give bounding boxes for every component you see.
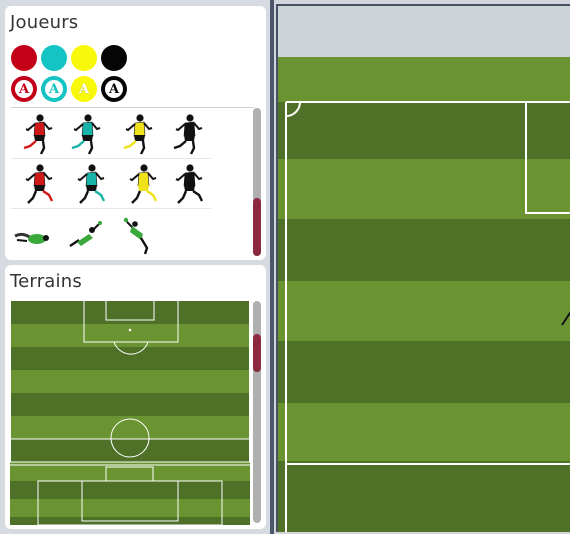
grass-stripe — [10, 370, 250, 393]
letter-marker-teal[interactable]: A — [41, 76, 67, 102]
player-sprite-yellow-run[interactable] — [119, 112, 155, 156]
players-scrollbar-thumb[interactable] — [253, 198, 261, 256]
player-sprite-red-run[interactable] — [19, 112, 55, 156]
canvas-frame — [276, 4, 570, 532]
grass-stripe — [278, 219, 570, 281]
terrains-panel: Terrains — [5, 265, 266, 529]
letter-marker-black[interactable]: A — [101, 76, 127, 102]
player-sprite-red-kick[interactable] — [19, 162, 55, 206]
letter-marker-row: A A A A — [11, 76, 127, 102]
terrain-thumbnail-half-field[interactable] — [10, 301, 250, 463]
grass-stripe — [278, 281, 570, 341]
letter-marker-yellow[interactable]: A — [71, 76, 97, 102]
goalkeeper-sprite-dive-high[interactable] — [121, 214, 157, 258]
color-swatch-red[interactable] — [11, 45, 37, 71]
grass-stripe — [10, 347, 250, 370]
grass-stripe — [278, 403, 570, 461]
letter-marker-label: A — [15, 80, 33, 98]
player-sprite-teal-kick[interactable] — [71, 162, 107, 206]
player-sprite-black-run[interactable] — [169, 112, 205, 156]
field-canvas[interactable] — [278, 57, 570, 532]
terrains-panel-title: Terrains — [10, 271, 82, 292]
grass-stripe — [10, 301, 250, 324]
letter-marker-red[interactable]: A — [11, 76, 37, 102]
grass-stripe — [10, 481, 250, 499]
color-swatch-row — [11, 45, 127, 71]
terrain-thumbnail-penalty-area[interactable] — [10, 463, 250, 525]
color-swatch-black[interactable] — [101, 45, 127, 71]
letter-marker-label: A — [105, 80, 123, 98]
color-swatch-teal[interactable] — [41, 45, 67, 71]
players-panel: Joueurs A A A A — [5, 6, 266, 260]
drawing-canvas-area — [274, 0, 570, 534]
goalkeeper-sprite-dive-mid[interactable] — [67, 214, 103, 258]
players-scrollbar[interactable] — [253, 108, 261, 256]
player-sprite-yellow-kick[interactable] — [123, 162, 159, 206]
grass-stripe — [278, 461, 570, 532]
color-swatch-yellow[interactable] — [71, 45, 97, 71]
players-panel-title: Joueurs — [10, 12, 79, 33]
letter-marker-label: A — [45, 80, 63, 98]
left-sidebar: Joueurs A A A A Terrains — [0, 0, 272, 534]
grass-stripe — [10, 393, 250, 416]
sprite-row-divider — [11, 208, 211, 209]
terrains-scrollbar[interactable] — [253, 301, 261, 523]
grass-stripe — [10, 463, 250, 481]
letter-marker-label: A — [78, 81, 90, 97]
player-sprite-teal-run[interactable] — [67, 112, 103, 156]
grass-stripe — [10, 499, 250, 517]
grass-stripe — [278, 57, 570, 102]
grass-stripe — [278, 341, 570, 403]
terrains-scrollbar-thumb[interactable] — [253, 334, 261, 372]
terrain-thumbnail-list — [10, 301, 250, 525]
sprite-row-divider — [11, 158, 211, 159]
player-sprite-black-kick[interactable] — [169, 162, 205, 206]
goalkeeper-sprite-dive-low[interactable] — [13, 214, 49, 258]
canvas-toolbar — [278, 6, 570, 57]
grass-stripe — [10, 439, 250, 462]
player-sprite-list — [11, 108, 253, 258]
grass-stripe — [10, 324, 250, 347]
